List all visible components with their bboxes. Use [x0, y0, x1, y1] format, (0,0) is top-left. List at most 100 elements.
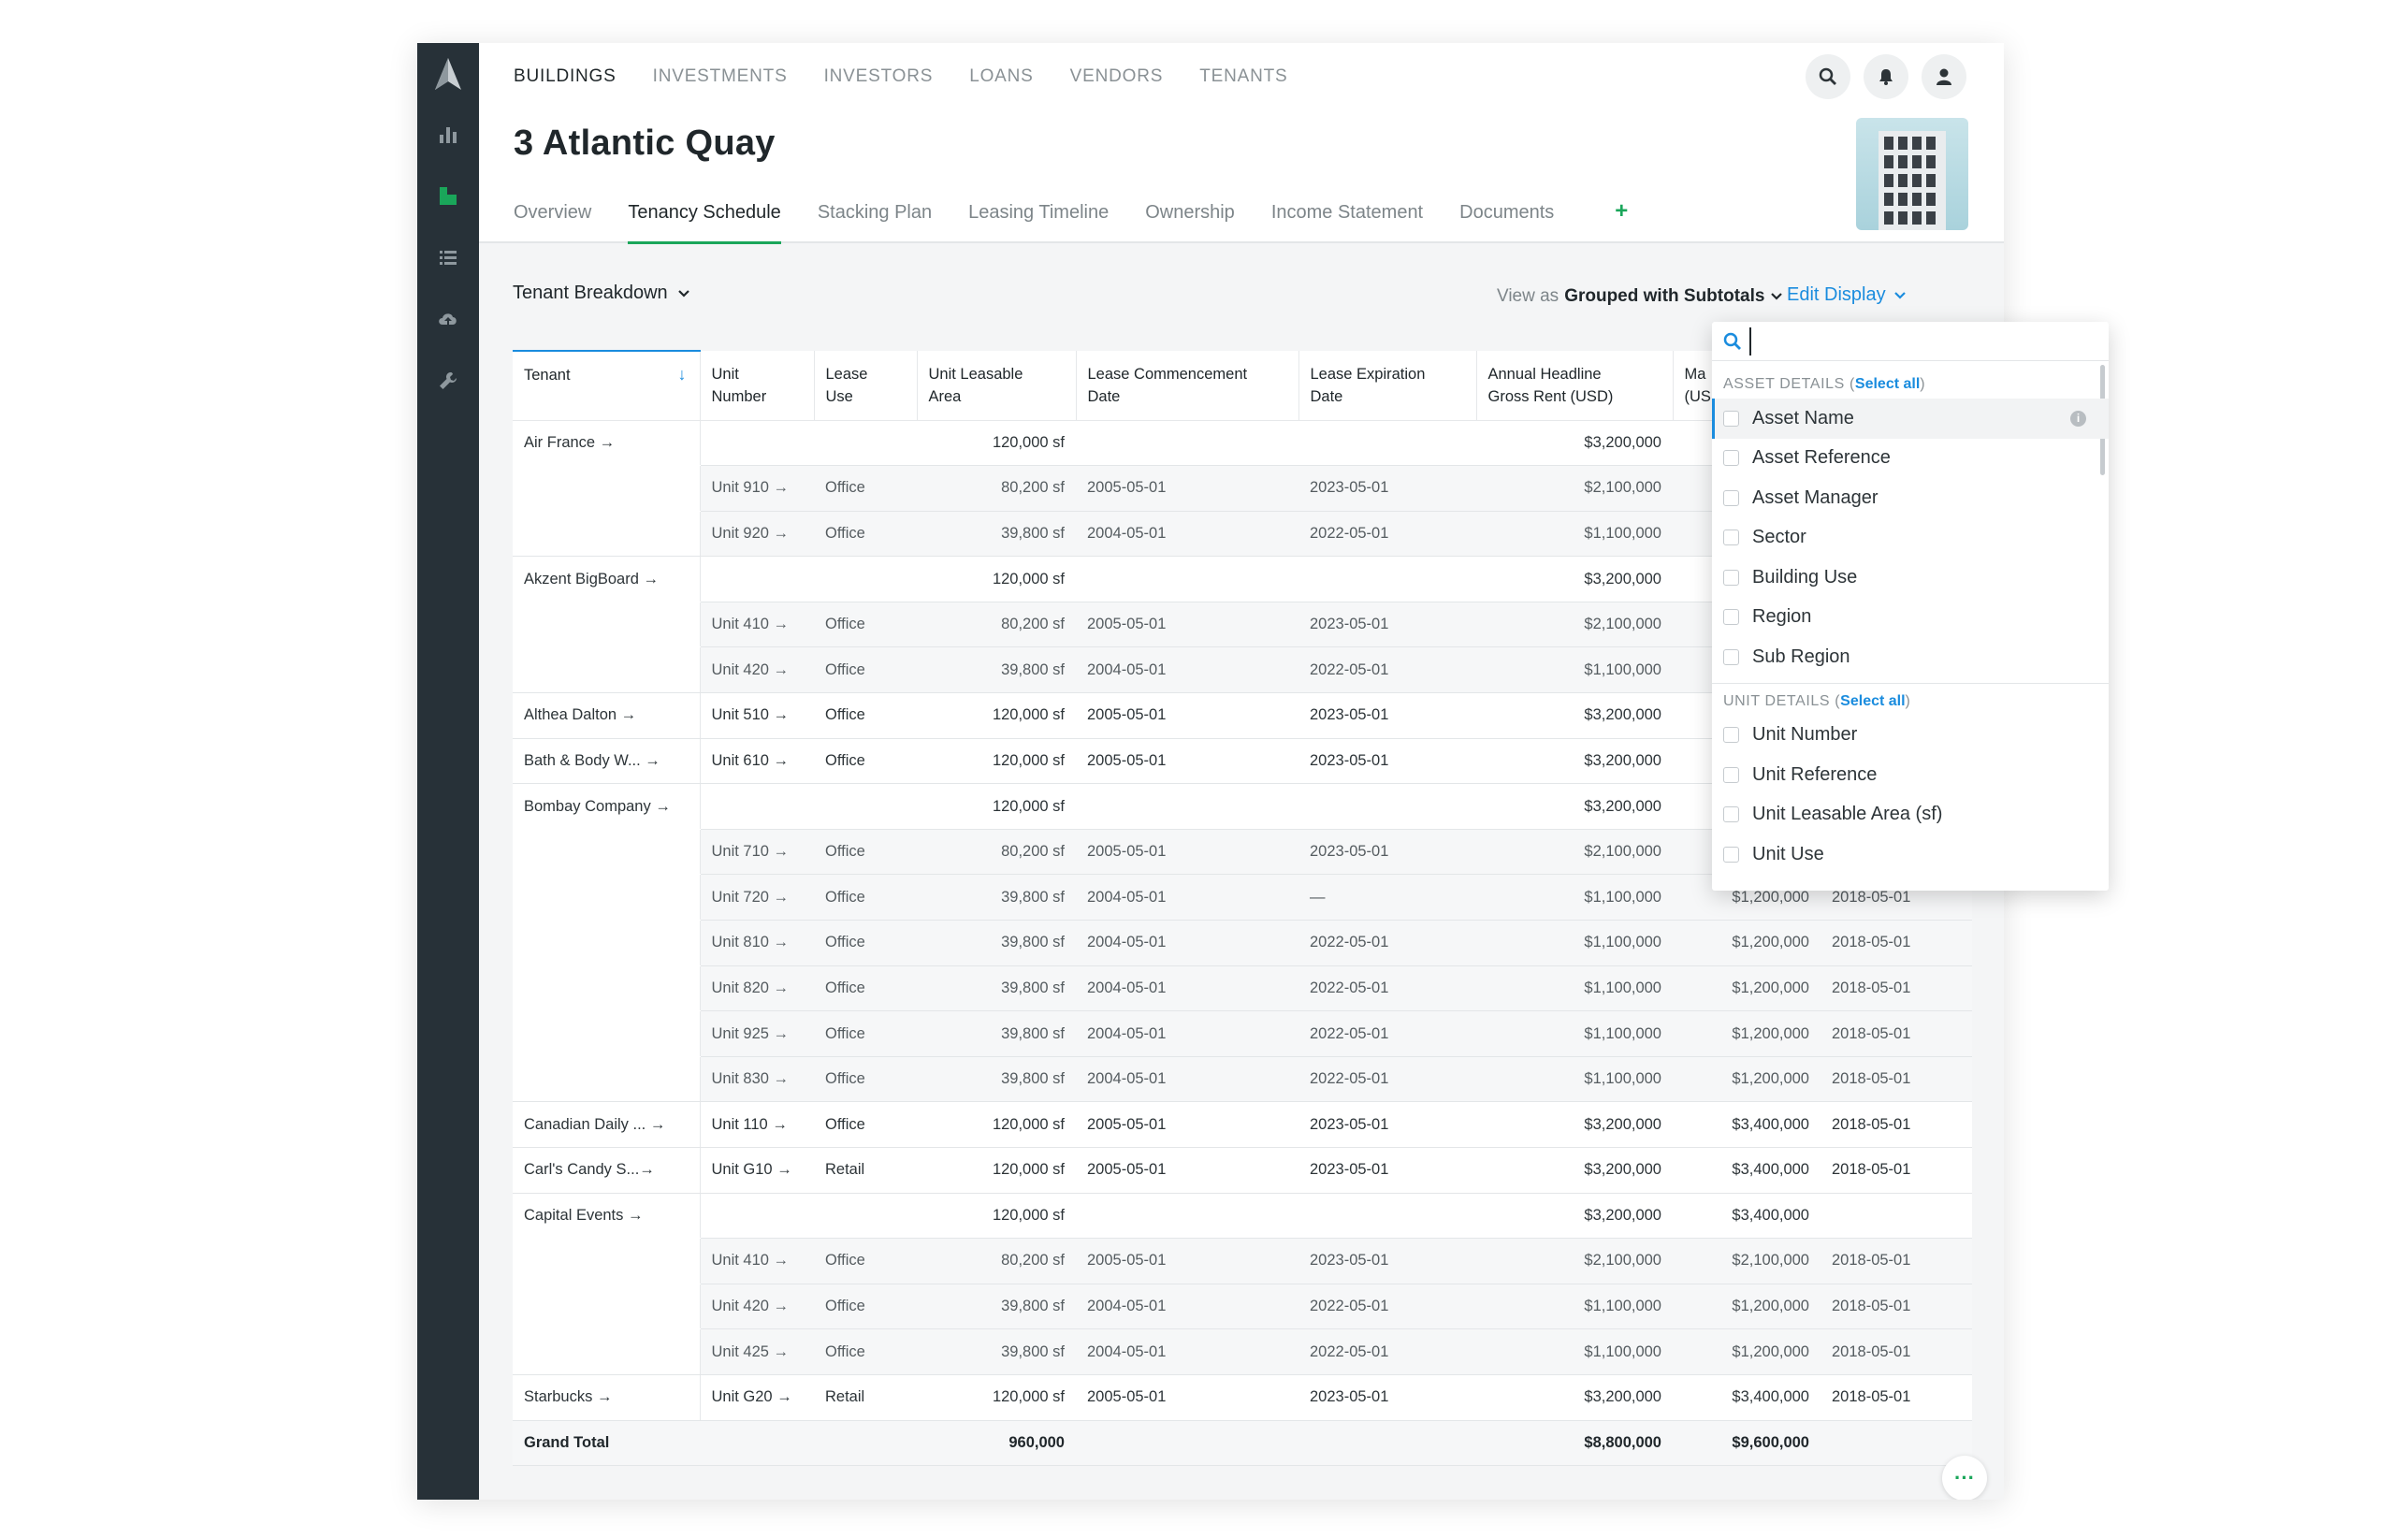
tab-overview[interactable]: Overview — [514, 200, 591, 243]
profile-button[interactable] — [1922, 54, 1966, 99]
table-cell[interactable]: Unit 710 → — [700, 829, 814, 876]
table-cell[interactable]: Unit 110 → — [700, 1101, 814, 1148]
add-tab-button[interactable]: + — [1615, 200, 1628, 243]
unit-row[interactable]: Unit 820 → Office 39,800 sf 2004-05-01 2022-… — [513, 965, 1972, 1012]
tenant-row[interactable]: Canadian Daily ... → Unit 110 → Office 120,… — [513, 1101, 1972, 1148]
view-as-selector[interactable]: View as Grouped with Subtotals — [1497, 286, 1783, 307]
more-actions-button[interactable]: ··· — [1942, 1456, 1987, 1500]
column-option[interactable]: Unit Number — [1712, 716, 2109, 756]
nav-vendors[interactable]: VENDORS — [1070, 65, 1164, 88]
table-cell[interactable]: Unit 830 → — [700, 1056, 814, 1103]
sort-desc-icon[interactable]: ↓ — [678, 363, 687, 385]
nav-investors[interactable]: INVESTORS — [824, 65, 934, 88]
column-checkbox[interactable] — [1723, 727, 1739, 744]
tenant-row[interactable]: Carl's Candy S...→ Unit G10 → Retail 120,00… — [513, 1147, 1972, 1194]
column-search-input[interactable] — [1749, 326, 2067, 355]
table-cell[interactable]: Unit 510 → — [700, 692, 814, 739]
column-checkbox[interactable] — [1723, 410, 1739, 427]
edit-display-button[interactable]: Edit Display — [1787, 284, 1907, 306]
column-option[interactable]: Unit Reference — [1712, 755, 2109, 795]
building-thumbnail[interactable] — [1856, 118, 1968, 230]
table-cell[interactable]: Air France → — [513, 420, 701, 467]
table-cell[interactable]: Akzent BigBoard → — [513, 556, 701, 602]
column-checkbox[interactable] — [1723, 450, 1739, 467]
wrench-icon[interactable] — [436, 369, 460, 393]
buildings-icon[interactable] — [436, 183, 460, 208]
table-cell[interactable]: Unit G20 → — [700, 1374, 814, 1421]
unit-row[interactable]: Unit 925 → Office 39,800 sf 2004-05-01 2022-… — [513, 1010, 1972, 1057]
unit-row[interactable]: Unit 410 → Office 80,200 sf 2005-05-01 2023-… — [513, 1238, 1972, 1284]
tab-income-statement[interactable]: Income Statement — [1271, 200, 1423, 243]
asset-select-all-link[interactable]: Select all — [1855, 376, 1920, 392]
column-option[interactable]: Asset Reference — [1712, 439, 2109, 479]
column-checkbox[interactable] — [1723, 530, 1739, 546]
column-option[interactable]: Unit Use — [1712, 834, 2109, 875]
table-cell[interactable]: Unit 810 → — [700, 920, 814, 966]
column-checkbox[interactable] — [1723, 648, 1739, 665]
nav-loans[interactable]: LOANS — [969, 65, 1033, 88]
table-cell[interactable]: Unit 925 → — [700, 1010, 814, 1057]
tab-tenancy-schedule[interactable]: Tenancy Schedule — [628, 200, 782, 244]
table-cell[interactable]: Unit 420 → — [700, 1284, 814, 1330]
unit-row[interactable]: Unit 420 → Office 39,800 sf 2004-05-01 2022-… — [513, 1284, 1972, 1330]
tenant-row[interactable]: Capital Events → 120,000 sf $3,200,000 $3,4… — [513, 1193, 1972, 1240]
column-option[interactable]: Sub Region — [1712, 637, 2109, 677]
table-cell[interactable]: Unit 610 → — [700, 738, 814, 785]
nav-buildings[interactable]: BUILDINGS — [514, 65, 617, 88]
column-header[interactable]: Unit Number — [700, 351, 815, 421]
search-button[interactable] — [1806, 54, 1850, 99]
table-cell[interactable]: Canadian Daily ... → — [513, 1101, 701, 1148]
table-cell[interactable]: Althea Dalton → — [513, 692, 701, 739]
table-cell[interactable]: Unit G10 → — [700, 1147, 814, 1194]
grand-total-row[interactable]: Grand Total 960,000 $8,800,000 $9,600,000 — [513, 1420, 1972, 1467]
column-option[interactable]: Region — [1712, 598, 2109, 638]
cloud-upload-icon[interactable] — [436, 307, 460, 331]
unit-row[interactable]: Unit 425 → Office 39,800 sf 2004-05-01 2022-… — [513, 1328, 1972, 1375]
notifications-button[interactable] — [1864, 54, 1908, 99]
table-cell[interactable]: Carl's Candy S...→ — [513, 1147, 701, 1194]
column-checkbox[interactable] — [1723, 846, 1739, 863]
tenant-row[interactable]: Starbucks → Unit G20 → Retail 120,000 sf 200… — [513, 1374, 1972, 1421]
nav-investments[interactable]: INVESTMENTS — [653, 65, 788, 88]
column-checkbox[interactable] — [1723, 569, 1739, 586]
table-cell[interactable]: Grand Total — [513, 1420, 700, 1467]
tab-documents[interactable]: Documents — [1459, 200, 1554, 243]
brand-logo-icon[interactable] — [433, 58, 463, 90]
column-checkbox[interactable] — [1723, 609, 1739, 626]
tab-stacking-plan[interactable]: Stacking Plan — [818, 200, 932, 243]
table-cell[interactable]: Unit 410 → — [700, 602, 814, 648]
unit-row[interactable]: Unit 830 → Office 39,800 sf 2004-05-01 2022-… — [513, 1056, 1972, 1103]
column-option[interactable]: Unit Leasable Area (sf) — [1712, 795, 2109, 835]
column-header[interactable]: Lease Expiration Date — [1298, 351, 1477, 421]
column-header[interactable]: Lease Commencement Date — [1076, 351, 1299, 421]
table-cell[interactable]: Unit 910 → — [700, 465, 814, 512]
column-header[interactable]: Lease Use — [814, 351, 918, 421]
table-cell[interactable]: Bombay Company → — [513, 783, 701, 830]
list-icon[interactable] — [436, 245, 460, 269]
table-cell[interactable]: Unit 820 → — [700, 965, 814, 1012]
table-cell[interactable]: Capital Events → — [513, 1193, 701, 1240]
table-cell[interactable]: Unit 425 → — [700, 1328, 814, 1375]
analytics-icon[interactable] — [436, 122, 460, 146]
tab-ownership[interactable]: Ownership — [1145, 200, 1235, 243]
column-header[interactable]: Annual Headline Gross Rent (USD) — [1476, 351, 1674, 421]
column-option[interactable]: Asset Manager — [1712, 478, 2109, 518]
column-header[interactable]: Tenant ↓ — [513, 350, 701, 421]
unit-select-all-link[interactable]: Select all — [1840, 693, 1905, 709]
column-header[interactable]: Unit Leasable Area — [917, 351, 1077, 421]
table-cell[interactable]: Bath & Body W... → — [513, 738, 701, 785]
table-cell[interactable]: Starbucks → — [513, 1374, 701, 1421]
column-checkbox[interactable] — [1723, 489, 1739, 506]
table-cell[interactable]: Unit 410 → — [700, 1238, 814, 1284]
table-cell[interactable]: Unit 920 → — [700, 511, 814, 558]
tab-leasing-timeline[interactable]: Leasing Timeline — [968, 200, 1109, 243]
info-icon[interactable]: i — [2070, 411, 2086, 427]
column-checkbox[interactable] — [1723, 766, 1739, 783]
unit-row[interactable]: Unit 810 → Office 39,800 sf 2004-05-01 2022-… — [513, 920, 1972, 966]
nav-tenants[interactable]: TENANTS — [1199, 65, 1287, 88]
column-option[interactable]: Sector — [1712, 518, 2109, 559]
column-checkbox[interactable] — [1723, 806, 1739, 823]
table-cell[interactable]: Unit 720 → — [700, 874, 814, 921]
table-cell[interactable]: Unit 420 → — [700, 646, 814, 694]
column-option[interactable]: Asset Name i — [1712, 399, 2109, 439]
